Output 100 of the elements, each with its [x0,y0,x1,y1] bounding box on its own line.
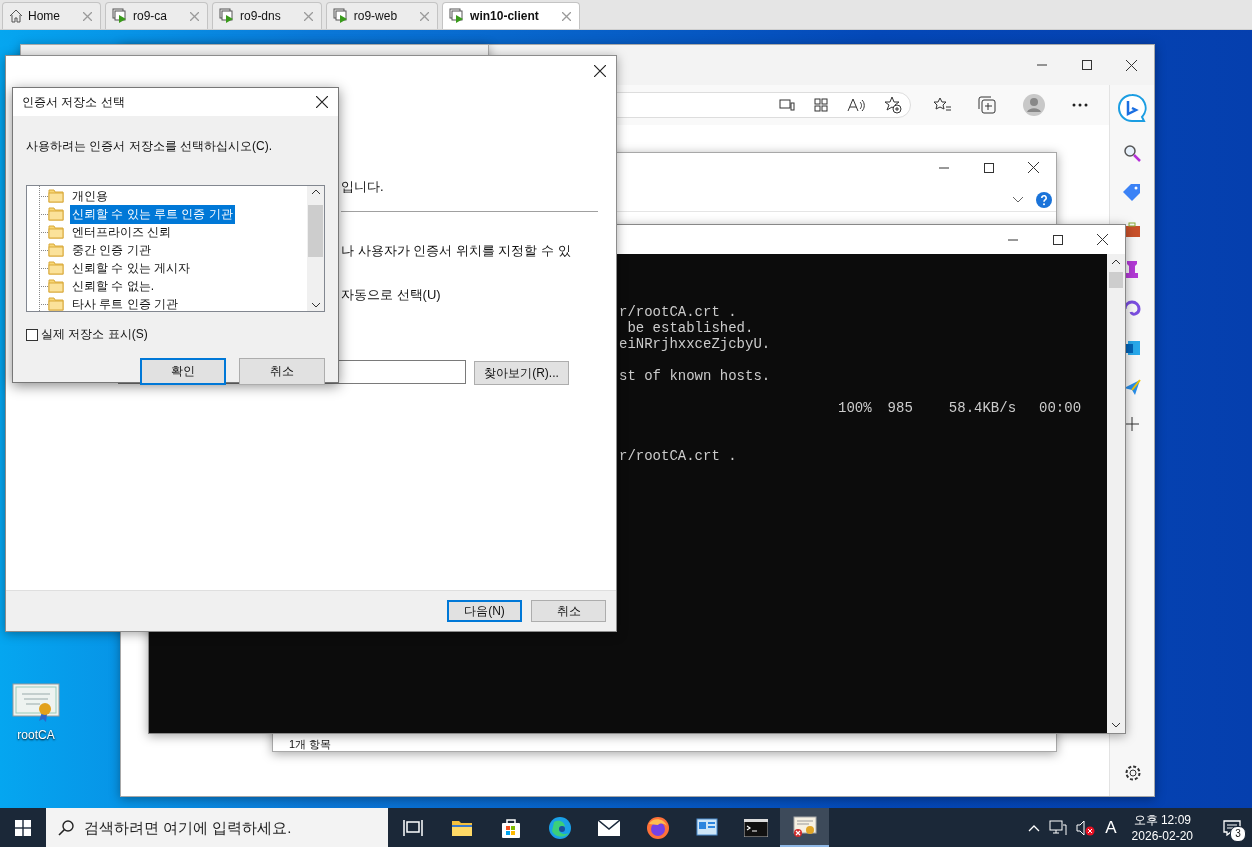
chess-piece-icon[interactable] [1124,259,1140,279]
input-mode-indicator[interactable]: A [1105,817,1117,838]
vm-tab[interactable]: ro9-ca [105,2,209,29]
shopping-bag-icon [499,816,522,839]
wizard-text: 입니다. [341,178,384,196]
taskbar-button[interactable] [780,808,829,847]
transfer-time: 00:00 [1039,400,1082,416]
scroll-up-icon[interactable] [310,189,321,195]
store-item[interactable]: 신뢰할 수 있는 루트 인증 기관 [70,204,235,224]
help-icon[interactable] [1036,192,1052,208]
wizard-text: 나 사용자가 인증서 위치를 지정할 수 있 [341,242,571,260]
panel-icon [695,817,718,838]
notification-icon [1223,819,1241,836]
close-icon[interactable] [1028,162,1039,173]
console-line: eiNRrjhxxceZjcbyU. [619,336,772,352]
maximize-icon[interactable] [1052,234,1063,245]
chevron-down-icon[interactable] [1012,196,1024,204]
certificate-icon[interactable] [12,682,60,722]
maximize-icon[interactable] [1081,60,1092,70]
folder-icon [48,243,64,257]
settings-icon[interactable] [1124,764,1142,782]
transfer-speed: 58.4KB/s [948,400,1017,416]
folder-icon [48,207,64,221]
folder-icon [48,297,64,311]
chat-bubble-icon[interactable] [1117,93,1147,123]
collections-icon[interactable] [978,96,996,114]
transfer-size: 985 [887,400,913,416]
scroll-down-icon[interactable] [310,302,321,308]
vm-tab[interactable]: win10-client [442,2,580,29]
folder-icon [450,818,473,837]
scrollbar-thumb[interactable] [1109,272,1123,288]
star-plus-icon[interactable] [884,96,902,114]
network-icon[interactable] [1049,819,1068,836]
vm-tab[interactable]: ro9-dns [212,2,322,29]
chevron-up-icon[interactable] [1028,823,1041,832]
checkbox[interactable] [26,328,38,341]
option-label[interactable]: 자동으로 선택(U) [341,286,441,304]
clock[interactable]: 오후 12:09 2026-02-20 [1131,811,1193,844]
wizard-button[interactable]: 취소 [531,600,606,622]
envelope-icon [597,819,620,836]
more-icon[interactable] [1072,103,1088,107]
close-icon[interactable] [1126,59,1137,71]
folder-icon [48,261,64,275]
scroll-down-icon[interactable] [1111,722,1121,728]
notification-button[interactable]: 3 [1212,808,1252,847]
status-text: 1개 항목 [289,738,332,750]
window-play-icon [219,8,236,24]
minimize-icon[interactable] [938,166,949,169]
store-item[interactable]: 신뢰할 수 없는. [70,276,156,296]
checkbox-label: 실제 저장소 표시(S) [41,326,148,343]
read-aloud-icon[interactable] [847,98,865,112]
window-play-icon [112,8,128,24]
store-item[interactable]: 엔터프라이즈 신뢰 [70,222,174,242]
transfer-percent: 100% [838,400,872,416]
vm-tab[interactable]: Home [2,2,101,29]
minimize-icon[interactable] [1036,64,1047,66]
dialog-button[interactable]: 확인 [140,358,226,385]
store-item[interactable]: 타사 루트 인증 기관 [70,294,180,311]
store-item[interactable]: 중간 인증 기관 [70,240,153,260]
favorites-icon[interactable] [933,97,951,113]
store-item[interactable]: 신뢰할 수 있는 게시자 [70,258,192,278]
globe-icon [645,815,670,840]
close-icon[interactable] [594,65,606,77]
close-icon[interactable] [1097,234,1108,245]
vm-tab[interactable]: ro9-web [325,2,439,29]
search-field[interactable]: 검색하려면 여기에 입력하세요. [46,808,388,847]
device-icon[interactable] [779,99,795,111]
outlook-icon[interactable] [1123,339,1141,357]
search-icon[interactable] [1123,144,1141,162]
maximize-icon[interactable] [983,162,994,173]
add-icon[interactable] [1125,417,1139,431]
dialog-title: 인증서 저장소 선택 [22,93,125,111]
console-line: r/rootCA.crt . [619,304,738,320]
dialog-button[interactable]: 취소 [239,358,325,385]
store-item[interactable]: 개인용 [70,186,110,206]
apps-icon[interactable] [814,98,828,112]
terminal-icon [743,818,768,837]
swirl-icon[interactable] [1123,300,1141,318]
scrollbar[interactable] [307,186,324,311]
certificate-icon [792,815,817,838]
wizard-button[interactable]: 다음(N) [447,600,522,622]
muted-speaker-icon[interactable] [1076,819,1097,836]
minimize-icon[interactable] [1007,238,1018,241]
browse-button[interactable]: 찾아보기(R)... [474,361,569,385]
scroll-up-icon[interactable] [1111,259,1121,265]
folder-icon [48,279,64,293]
close-icon[interactable] [316,96,328,108]
windows-logo-icon[interactable] [15,819,31,836]
icon-label: rootCA [17,728,55,742]
toolbox-icon[interactable] [1123,222,1141,238]
scrollbar-thumb[interactable] [308,205,323,257]
window-play-icon [449,8,466,24]
scrollbar[interactable] [1107,254,1125,733]
search-icon [58,820,74,836]
prompt-text: 사용하려는 인증서 저장소를 선택하십시오(C). [26,138,273,155]
console-line: be established. [626,320,755,336]
tag-icon[interactable] [1122,183,1142,201]
browser-icon [547,815,572,840]
folder-icon [48,189,64,203]
avatar-icon[interactable] [1023,94,1045,116]
